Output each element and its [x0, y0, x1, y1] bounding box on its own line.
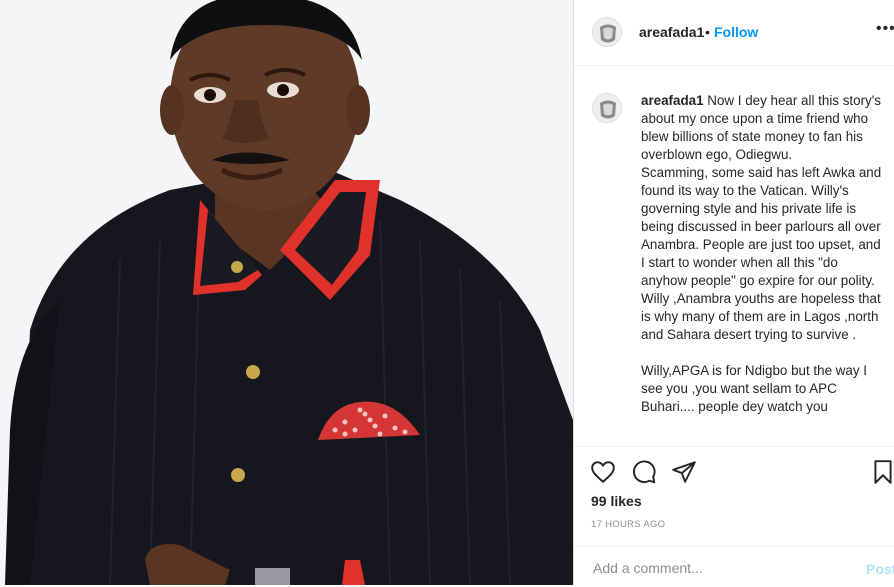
avatar[interactable]	[592, 17, 622, 47]
post-comment-button[interactable]: Post	[866, 561, 894, 577]
avatar-image	[593, 94, 621, 122]
caption-username[interactable]: areafada1	[641, 93, 704, 108]
header-username[interactable]: areafada1	[639, 24, 704, 40]
heart-icon[interactable]	[590, 459, 616, 485]
caption-avatar[interactable]	[592, 93, 622, 123]
comment-icon[interactable]	[631, 459, 657, 485]
add-comment-bar: Post	[574, 546, 894, 587]
comment-input[interactable]	[591, 559, 835, 577]
post-photo	[0, 0, 573, 585]
post-caption: areafada1 Now I dey hear all this story'…	[641, 92, 885, 416]
avatar-image	[593, 18, 621, 46]
paper-plane-icon[interactable]	[671, 459, 697, 485]
follow-button[interactable]: Follow	[714, 24, 758, 40]
post-timestamp[interactable]: 17 HOURS AGO	[591, 519, 665, 530]
more-options-button[interactable]: •••	[876, 20, 894, 38]
caption-text: Now I dey hear all this story's about my…	[641, 93, 882, 414]
post-sidebar: areafada1 • Follow ••• areafada1 Now I d…	[573, 0, 894, 585]
post-header: areafada1 • Follow •••	[574, 0, 894, 66]
separator-dot: •	[705, 24, 710, 40]
instagram-post-view: areafada1 • Follow ••• areafada1 Now I d…	[0, 0, 894, 585]
likes-count[interactable]: 99 likes	[591, 493, 642, 509]
bookmark-icon[interactable]	[870, 459, 894, 485]
portrait-image	[0, 0, 573, 585]
actions-section: 99 likes 17 HOURS AGO Post	[574, 446, 894, 586]
comments-section[interactable]: areafada1 Now I dey hear all this story'…	[574, 67, 894, 445]
